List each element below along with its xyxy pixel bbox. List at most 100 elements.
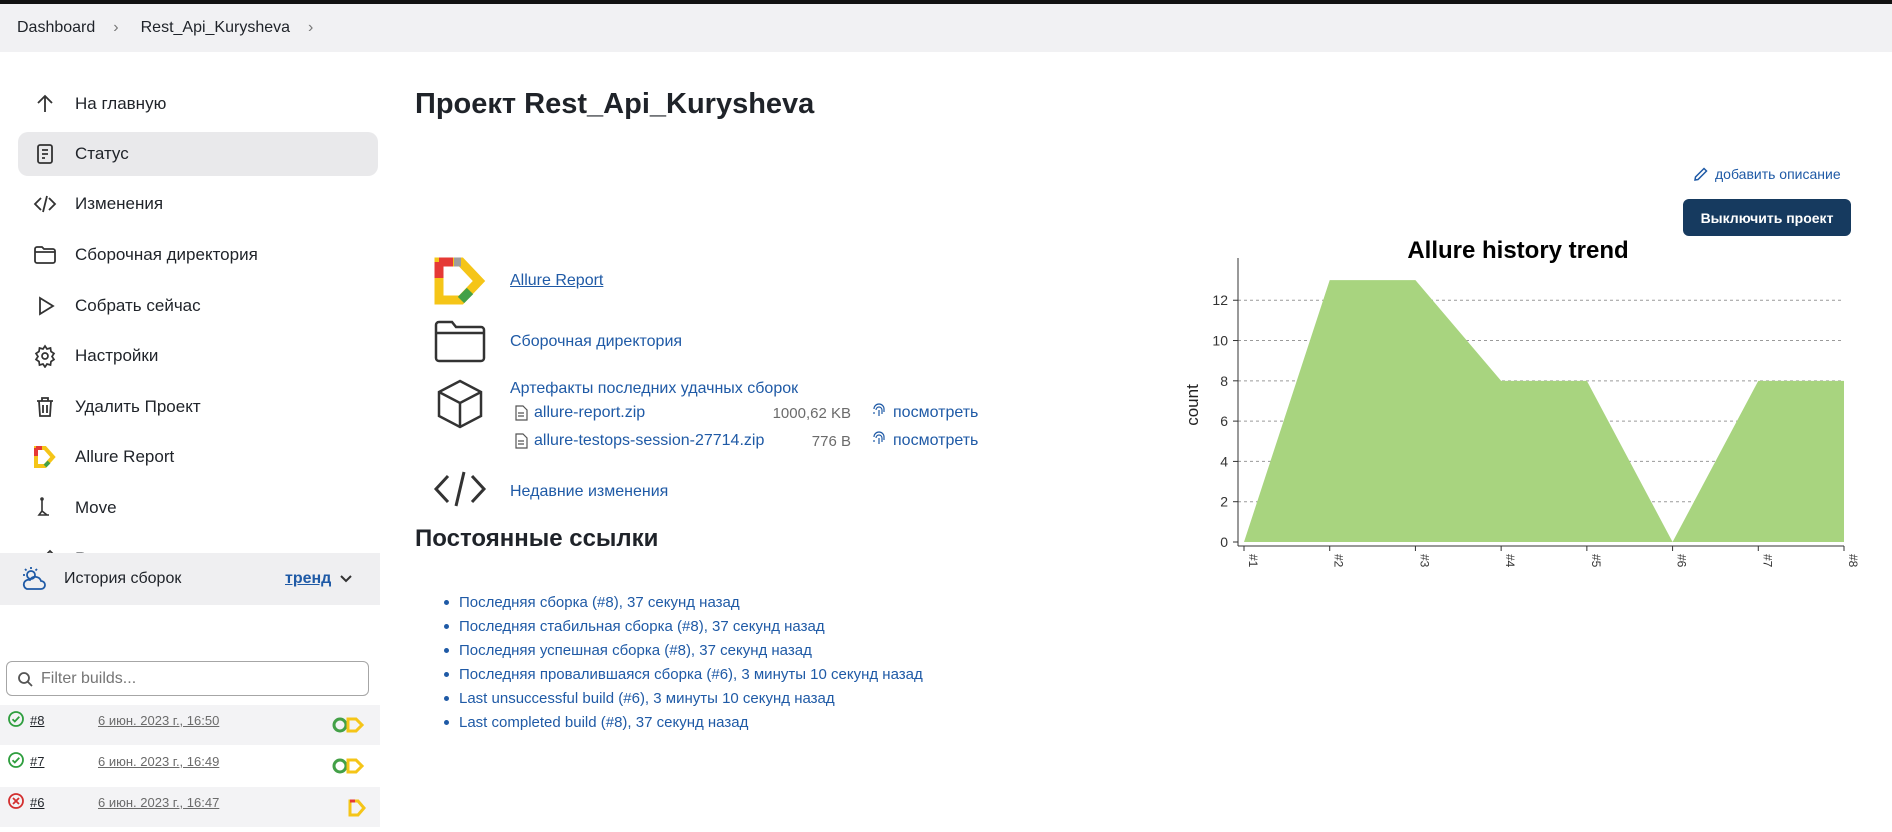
gear-icon bbox=[32, 343, 58, 369]
trash-icon bbox=[32, 394, 58, 420]
recent-changes-link[interactable]: Недавние изменения bbox=[510, 483, 668, 501]
sidebar-item-label: Allure Report bbox=[75, 447, 175, 466]
artifact-link[interactable]: allure-report.zip bbox=[534, 404, 645, 422]
build-row-6[interactable]: #6 6 июн. 2023 г., 16:47 bbox=[0, 787, 380, 827]
sidebar-item-settings[interactable]: Настройки bbox=[18, 334, 378, 378]
weather-icon bbox=[22, 567, 46, 590]
package-icon bbox=[437, 379, 483, 429]
allure-logo-icon bbox=[434, 257, 486, 305]
sidebar-item-label: Изменения bbox=[75, 194, 164, 213]
build-number[interactable]: #8 bbox=[30, 713, 44, 728]
add-description-label: добавить описание bbox=[1715, 166, 1841, 182]
sidebar-item-changes[interactable]: Изменения bbox=[18, 182, 378, 226]
y-tick-label: 4 bbox=[1220, 453, 1228, 469]
y-tick-label: 0 bbox=[1220, 534, 1228, 550]
failed-icon bbox=[8, 793, 24, 809]
artifact-view-link[interactable]: посмотреть bbox=[893, 432, 978, 450]
success-icon bbox=[8, 752, 24, 768]
chevron-right-icon[interactable]: › bbox=[308, 19, 313, 37]
sidebar-item-allure[interactable]: Allure Report bbox=[18, 435, 378, 479]
fingerprint-icon[interactable] bbox=[871, 403, 887, 419]
permalink-item[interactable]: Last unsuccessful build (#6), 3 минуты 1… bbox=[444, 686, 923, 710]
search-icon bbox=[18, 671, 33, 687]
build-date[interactable]: 6 июн. 2023 г., 16:49 bbox=[98, 754, 219, 769]
success-icon bbox=[8, 711, 24, 727]
build-row-8[interactable]: #8 6 июн. 2023 г., 16:50 bbox=[0, 705, 380, 745]
area-series bbox=[1244, 280, 1844, 542]
build-history-title: История сборок bbox=[64, 570, 182, 587]
sidebar-item-move[interactable]: Move bbox=[18, 486, 378, 530]
file-icon bbox=[515, 433, 528, 449]
sidebar-item-label: Собрать сейчас bbox=[75, 296, 201, 315]
page-title: Проект Rest_Api_Kurysheva bbox=[415, 88, 815, 120]
build-number[interactable]: #6 bbox=[30, 795, 44, 810]
pencil-icon bbox=[1694, 167, 1708, 181]
sidebar-item-workspace[interactable]: Сборочная директория bbox=[18, 233, 378, 277]
x-tick-label: #4 bbox=[1503, 554, 1517, 568]
permalink-item[interactable]: Последняя успешная сборка (#8), 37 секун… bbox=[444, 638, 923, 662]
x-tick-label: #6 bbox=[1675, 554, 1689, 568]
x-tick-label: #1 bbox=[1246, 554, 1260, 568]
allure-icon bbox=[32, 444, 58, 470]
code-icon bbox=[433, 471, 487, 507]
breadcrumb-project[interactable]: Rest_Api_Kurysheva bbox=[141, 19, 290, 37]
allure-badge-icon[interactable] bbox=[332, 717, 366, 733]
artifacts-link[interactable]: Артефакты последних удачных сборок bbox=[510, 380, 798, 398]
move-icon bbox=[32, 495, 58, 521]
allure-report-link[interactable]: Allure Report bbox=[510, 272, 603, 290]
allure-trend-chart[interactable]: 0 2 4 6 8 10 12 #1 #2 #3 #4 #5 #6 #7 #8 count bbox=[1170, 228, 1870, 588]
y-tick-label: 6 bbox=[1220, 413, 1228, 429]
artifact-link[interactable]: allure-testops-session-27714.zip bbox=[534, 432, 764, 450]
breadcrumb: Dashboard › Rest_Api_Kurysheva › bbox=[0, 4, 1892, 52]
y-axis-label: count bbox=[1183, 384, 1202, 426]
y-tick-label: 2 bbox=[1220, 494, 1228, 510]
sidebar-item-status[interactable]: Статус bbox=[18, 132, 378, 176]
allure-badge-icon[interactable] bbox=[348, 799, 366, 817]
chevron-down-icon[interactable] bbox=[338, 570, 354, 586]
permalink-item[interactable]: Последняя сборка (#8), 37 секунд назад bbox=[444, 590, 923, 614]
filter-builds-field[interactable] bbox=[6, 661, 369, 696]
x-tick-label: #3 bbox=[1417, 554, 1431, 568]
sidebar-item-build-now[interactable]: Собрать сейчас bbox=[18, 284, 378, 328]
artifact-size: 1000,62 KB bbox=[772, 405, 851, 422]
permalinks-list: Последняя сборка (#8), 37 секунд назад П… bbox=[444, 590, 923, 734]
allure-badge-icon[interactable] bbox=[332, 758, 366, 774]
folder-icon bbox=[32, 242, 58, 268]
x-tick-label: #7 bbox=[1760, 554, 1774, 568]
build-number[interactable]: #7 bbox=[30, 754, 44, 769]
permalink-item[interactable]: Последняя стабильная сборка (#8), 37 сек… bbox=[444, 614, 923, 638]
file-icon bbox=[515, 405, 528, 421]
permalink-item[interactable]: Last completed build (#8), 37 секунд наз… bbox=[444, 710, 923, 734]
x-tick-label: #5 bbox=[1589, 554, 1603, 568]
breadcrumb-dashboard[interactable]: Dashboard bbox=[17, 19, 95, 37]
build-row-7[interactable]: #7 6 июн. 2023 г., 16:49 bbox=[0, 746, 380, 786]
play-icon bbox=[32, 293, 58, 319]
sidebar-item-label: На главную bbox=[75, 94, 167, 113]
x-tick-label: #8 bbox=[1846, 554, 1860, 568]
sidebar-item-label: Статус bbox=[75, 144, 129, 163]
workspace-link[interactable]: Сборочная директория bbox=[510, 333, 682, 351]
y-tick-label: 10 bbox=[1212, 333, 1228, 349]
permalink-item[interactable]: Последняя провалившаяся сборка (#6), 3 м… bbox=[444, 662, 923, 686]
fingerprint-icon[interactable] bbox=[871, 431, 887, 447]
build-date[interactable]: 6 июн. 2023 г., 16:50 bbox=[98, 713, 219, 728]
y-tick-label: 12 bbox=[1212, 292, 1228, 308]
build-date[interactable]: 6 июн. 2023 г., 16:47 bbox=[98, 795, 219, 810]
folder-icon bbox=[434, 320, 486, 363]
add-description-link[interactable]: добавить описание bbox=[1693, 166, 1841, 182]
sidebar-item-delete[interactable]: Удалить Проект bbox=[18, 385, 378, 429]
build-history-header: История сборок тренд bbox=[0, 553, 380, 605]
document-icon bbox=[32, 141, 58, 167]
permalinks-title: Постоянные ссылки bbox=[415, 525, 659, 552]
chevron-right-icon: › bbox=[113, 19, 119, 36]
sidebar-item-home[interactable]: На главную bbox=[18, 82, 378, 126]
sidebar-item-label: Настройки bbox=[75, 346, 159, 365]
x-tick-label: #2 bbox=[1332, 554, 1346, 568]
y-tick-label: 8 bbox=[1220, 373, 1228, 389]
arrow-up-icon bbox=[32, 91, 58, 117]
code-icon bbox=[32, 191, 58, 217]
filter-builds-input[interactable] bbox=[41, 669, 341, 688]
artifact-size: 776 B bbox=[811, 433, 851, 450]
trend-link[interactable]: тренд bbox=[285, 570, 331, 588]
artifact-view-link[interactable]: посмотреть bbox=[893, 404, 978, 422]
